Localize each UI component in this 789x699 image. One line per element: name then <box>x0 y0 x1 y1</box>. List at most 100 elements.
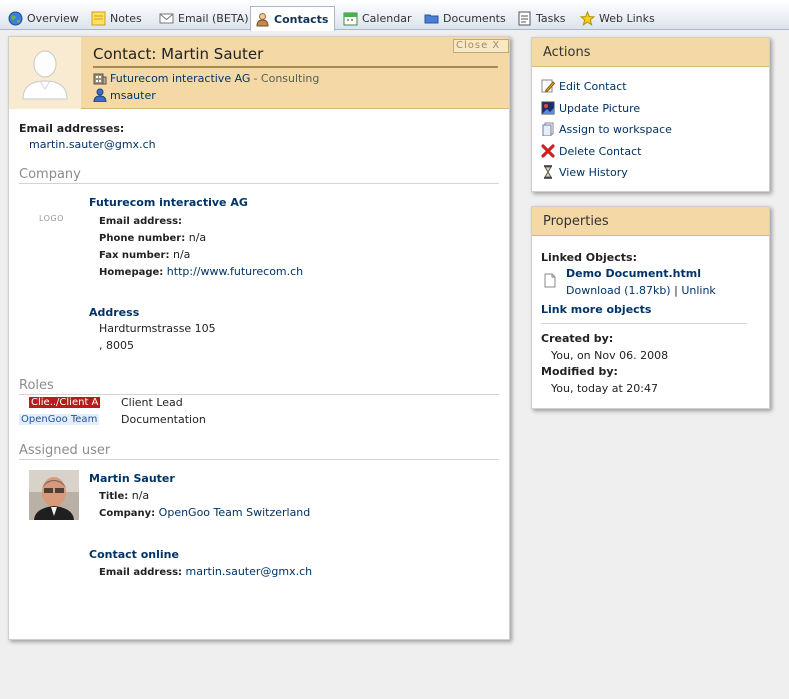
company-email-row: Email address: <box>99 214 182 227</box>
folder-icon <box>424 11 439 26</box>
assigned-user-title-label: Title: <box>99 491 129 502</box>
header-company-department: - Consulting <box>253 71 320 85</box>
tab-email[interactable]: Email (BETA) <box>155 6 255 30</box>
assigned-user-title-value: n/a <box>131 489 150 502</box>
action-label: Assign to workspace <box>559 122 672 136</box>
company-name-link[interactable]: Futurecom interactive AG <box>89 196 248 209</box>
globe-icon <box>8 11 23 26</box>
tab-label: Overview <box>27 11 79 25</box>
close-button[interactable]: Close X <box>453 39 509 53</box>
assigned-user-company-link[interactable]: OpenGoo Team Switzerland <box>159 506 311 519</box>
delete-x-icon <box>541 144 555 158</box>
contact-online-email-link[interactable]: martin.sauter@gmx.ch <box>186 565 313 578</box>
action-label: Delete Contact <box>559 144 642 158</box>
header-divider <box>93 66 498 68</box>
envelope-icon <box>159 11 174 26</box>
document-icon <box>544 273 556 291</box>
unlink-link[interactable]: Unlink <box>681 284 715 297</box>
page-title: Contact: Martin Sauter <box>93 45 264 63</box>
tab-label: Web Links <box>599 11 655 25</box>
modified-by-label: Modified by: <box>541 365 618 378</box>
roles-section-heading: Roles <box>19 378 499 395</box>
action-edit-contact[interactable]: Edit Contact <box>541 79 627 93</box>
tasks-icon <box>517 11 532 26</box>
tab-documents[interactable]: Documents <box>420 6 512 30</box>
contact-panel: Contact: Martin Sauter Close X Futurecom… <box>8 36 510 640</box>
header-username-link[interactable]: msauter <box>110 89 156 102</box>
download-link[interactable]: Download (1.87kb) <box>566 284 671 297</box>
company-fax-label: Fax number: <box>99 250 170 261</box>
properties-divider <box>541 323 747 324</box>
note-icon <box>91 11 106 26</box>
contact-avatar <box>9 37 81 109</box>
workspace-icon <box>541 122 555 137</box>
company-section-heading: Company <box>19 167 499 184</box>
created-by-value: You, on Nov 06. 2008 <box>551 349 669 362</box>
tab-calendar[interactable]: Calendar <box>339 6 417 30</box>
assigned-user-photo <box>29 470 79 520</box>
assigned-user-title-row: Title: n/a <box>99 489 149 502</box>
address-line-2: , 8005 <box>99 339 134 352</box>
linked-objects-label: Linked Objects: <box>541 251 637 264</box>
properties-panel: Properties Linked Objects: Demo Document… <box>531 206 770 409</box>
tab-label: Calendar <box>362 11 412 25</box>
role-tag-opengoo[interactable]: OpenGoo Team <box>19 414 100 425</box>
role-tag-client[interactable]: Clie../Client A <box>29 397 101 408</box>
tab-label: Documents <box>443 11 506 25</box>
company-phone-value: n/a <box>188 231 207 244</box>
tab-overview[interactable]: Overview <box>4 6 85 30</box>
contact-person-icon <box>255 12 270 27</box>
email-address-link[interactable]: martin.sauter@gmx.ch <box>29 138 156 151</box>
tab-notes[interactable]: Notes <box>87 6 148 30</box>
company-phone-label: Phone number: <box>99 233 186 244</box>
role-client-lead: Client Lead <box>121 396 183 409</box>
tab-tasks[interactable]: Tasks <box>513 6 571 30</box>
linked-document-link[interactable]: Demo Document.html <box>566 267 701 280</box>
link-separator: | <box>674 284 678 297</box>
company-homepage-label: Homepage: <box>99 267 164 278</box>
building-icon <box>93 71 107 85</box>
action-delete-contact[interactable]: Delete Contact <box>541 144 641 158</box>
tab-label: Notes <box>110 11 142 25</box>
company-logo-placeholder: LOGO <box>39 214 64 223</box>
actions-panel: Actions Edit Contact Update Picture Assi… <box>531 37 770 192</box>
company-homepage-row: Homepage: http://www.futurecom.ch <box>99 265 303 278</box>
default-person-icon <box>22 50 68 100</box>
tab-web-links[interactable]: Web Links <box>576 6 661 30</box>
contact-online-email-label: Email address: <box>99 567 183 578</box>
picture-icon <box>541 101 555 115</box>
tab-label: Email (BETA) <box>178 11 249 25</box>
company-fax-value: n/a <box>172 248 191 261</box>
link-more-objects-link[interactable]: Link more objects <box>541 303 651 316</box>
star-icon <box>579 10 596 26</box>
actions-panel-title: Actions <box>532 38 769 67</box>
action-label: View History <box>559 165 628 179</box>
address-heading: Address <box>89 306 140 319</box>
header-company-link[interactable]: Futurecom interactive AG <box>110 72 250 85</box>
properties-panel-title: Properties <box>532 207 769 236</box>
modified-by-value: You, today at 20:47 <box>551 382 658 395</box>
tab-label: Tasks <box>536 11 566 25</box>
company-email-label: Email address: <box>99 216 183 227</box>
header-company-line: Futurecom interactive AG - Consulting <box>93 71 319 85</box>
calendar-icon <box>343 11 358 26</box>
company-fax-row: Fax number: n/a <box>99 248 190 261</box>
assigned-user-name-link[interactable]: Martin Sauter <box>89 472 175 485</box>
header-user-line: msauter <box>93 88 156 103</box>
company-homepage-link[interactable]: http://www.futurecom.ch <box>167 265 303 278</box>
assigned-user-company-row: Company: OpenGoo Team Switzerland <box>99 506 310 519</box>
hourglass-icon <box>541 165 555 179</box>
assigned-user-company-label: Company: <box>99 508 156 519</box>
email-addresses-label: Email addresses: <box>19 122 125 135</box>
action-assign-to-workspace[interactable]: Assign to workspace <box>541 122 672 137</box>
assigned-user-heading: Assigned user <box>19 443 499 460</box>
action-update-picture[interactable]: Update Picture <box>541 101 640 115</box>
action-view-history[interactable]: View History <box>541 165 628 179</box>
module-tab-bar: Overview Notes Email (BETA) Contacts Cal… <box>0 0 789 31</box>
action-label: Update Picture <box>559 101 641 115</box>
linked-document-actions: Download (1.87kb) | Unlink <box>566 284 716 297</box>
company-phone-row: Phone number: n/a <box>99 231 206 244</box>
action-label: Edit Contact <box>559 79 627 93</box>
contact-online-email-row: Email address: martin.sauter@gmx.ch <box>99 565 312 578</box>
tab-contacts[interactable]: Contacts <box>250 6 336 31</box>
